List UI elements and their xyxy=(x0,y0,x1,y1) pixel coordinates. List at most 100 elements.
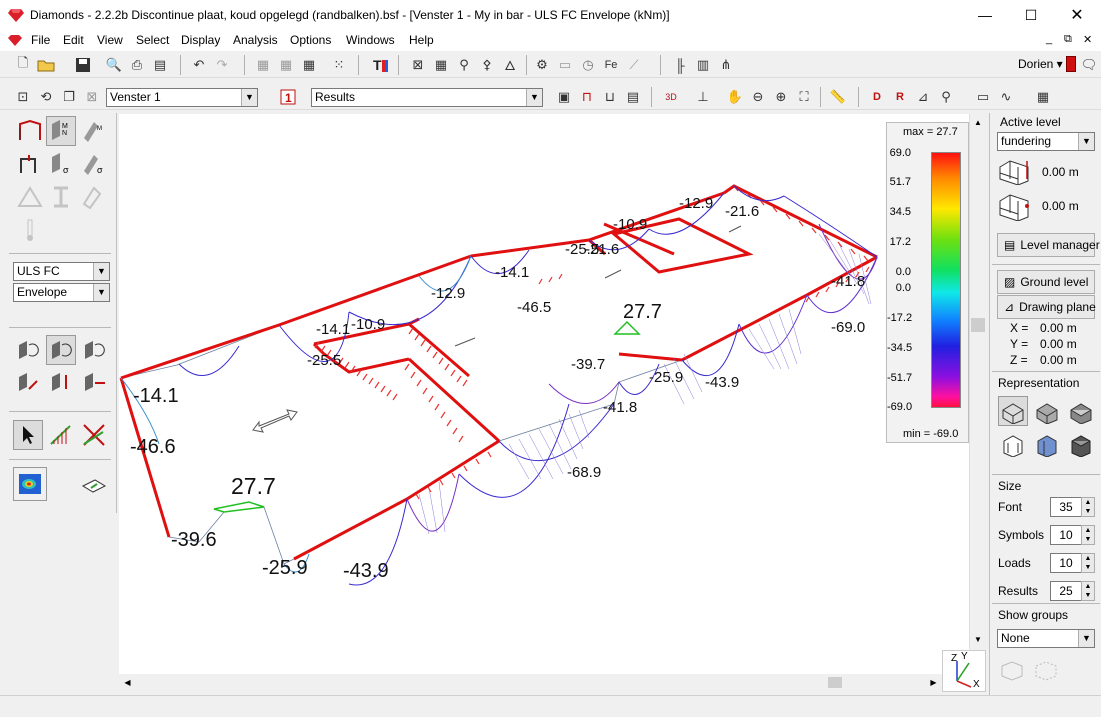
frame-ms-icon[interactable] xyxy=(15,116,45,146)
zoom-out-icon[interactable]: ⊖ xyxy=(747,86,769,108)
zoom-extents-icon[interactable]: ⛶ xyxy=(793,86,815,108)
i-beam-icon[interactable] xyxy=(46,182,76,212)
axes-icon[interactable]: ⊥ xyxy=(692,86,714,108)
color-fill-icon[interactable]: T xyxy=(369,54,391,76)
menu-display[interactable]: Display xyxy=(181,33,220,47)
print-icon[interactable]: ⎙ xyxy=(126,54,148,76)
undo-icon[interactable]: ↶ xyxy=(188,54,210,76)
reinforcement-icon[interactable]: ⚲ xyxy=(453,54,475,76)
layers-icon[interactable]: ▥ xyxy=(692,54,714,76)
size-symbols-input[interactable]: 10 xyxy=(1050,525,1082,545)
dot-grid-icon[interactable]: ⁙ xyxy=(328,54,350,76)
diagram-line-icon[interactable] xyxy=(46,420,76,450)
load-groups-icon[interactable]: ▭ xyxy=(554,54,576,76)
menu-options[interactable]: Options xyxy=(290,33,331,47)
rebar-icon[interactable]: ⚴ xyxy=(476,54,498,76)
pan-hand-icon[interactable]: ✋ xyxy=(724,86,746,108)
steel-check-icon[interactable]: Fe xyxy=(600,54,622,76)
model-3d-view[interactable]: -14.1 -25.5 -10.9 -12.9 -14.1 -21.6 -46.5 -25.5… xyxy=(119,114,969,675)
thermometer-icon[interactable] xyxy=(15,215,45,245)
minimize-button[interactable]: — xyxy=(962,0,1008,31)
zoom-in-icon[interactable]: ⊕ xyxy=(770,86,792,108)
shaded-view-icon[interactable] xyxy=(1032,396,1062,426)
close-window-icon[interactable]: ⊠ xyxy=(81,86,103,108)
diagram-icon[interactable]: ⊓ xyxy=(576,86,598,108)
menu-analysis[interactable]: Analysis xyxy=(233,33,278,47)
load-combination-select[interactable]: ULS FC ▼ xyxy=(13,262,110,281)
window-select[interactable]: Venster 1 ▼ xyxy=(106,88,258,107)
force-mz-icon[interactable] xyxy=(79,335,109,365)
view-3d-icon[interactable]: 3D xyxy=(660,86,682,108)
settlement-icon[interactable]: ⟋ xyxy=(623,54,645,76)
solid-view-icon[interactable] xyxy=(1066,396,1096,426)
scroll-up-arrow-icon[interactable]: ▲ xyxy=(970,114,986,131)
section-icon[interactable]: ⊠ xyxy=(407,54,429,76)
ground-level-button[interactable]: ▨ Ground level xyxy=(997,270,1095,294)
drawing-canvas[interactable]: -14.1 -25.5 -10.9 -12.9 -14.1 -21.6 -46.5 -25.5… xyxy=(119,114,969,675)
envelope-select[interactable]: Envelope ▼ xyxy=(13,283,110,302)
color-results-icon[interactable]: ▤ xyxy=(622,86,644,108)
loads-icon[interactable]: ⚙ xyxy=(531,54,553,76)
scroll-right-arrow-icon[interactable]: ▶ xyxy=(925,674,942,691)
scroll-thumb[interactable] xyxy=(971,318,985,332)
group-hatch-icon[interactable] xyxy=(1032,656,1060,684)
redo-icon[interactable]: ↷ xyxy=(211,54,233,76)
scroll-left-arrow-icon[interactable]: ◀ xyxy=(119,674,136,691)
r-icon[interactable]: R xyxy=(889,86,911,108)
menu-select[interactable]: Select xyxy=(136,33,169,47)
vertical-scrollbar[interactable]: ▲ ▼ xyxy=(969,114,986,649)
level-manager-button[interactable]: ▤ Level manager xyxy=(997,233,1100,257)
calculator-icon[interactable]: ▦ xyxy=(1032,86,1054,108)
deformation-icon[interactable]: ⊔ xyxy=(599,86,621,108)
level-down-building-icon[interactable] xyxy=(998,191,1032,221)
select-cursor-icon[interactable] xyxy=(13,420,43,450)
window-icon[interactable]: ⊡ xyxy=(12,86,34,108)
force-tx-icon[interactable] xyxy=(13,335,43,365)
user-menu[interactable]: Dorien ▾ xyxy=(1018,57,1063,71)
mdi-minimize-button[interactable]: _ xyxy=(1046,33,1052,45)
open-folder-icon[interactable] xyxy=(35,54,57,76)
report-icon[interactable]: ▤ xyxy=(149,54,171,76)
shell-mnv-icon[interactable]: M xyxy=(78,116,108,146)
spinner-arrows-icon[interactable]: ▲ ▼ xyxy=(1081,497,1095,517)
shell-truss-icon[interactable] xyxy=(78,182,108,212)
nodes-icon[interactable]: ⋔ xyxy=(715,54,737,76)
number-one-icon[interactable]: 1 xyxy=(277,86,299,108)
close-button[interactable]: ✕ xyxy=(1054,0,1100,31)
menu-help[interactable]: Help xyxy=(409,33,434,47)
print-preview-icon[interactable]: 🔍 xyxy=(103,54,125,76)
rotate-icon[interactable]: ⟲ xyxy=(35,86,57,108)
level-select[interactable]: fundering ▼ xyxy=(997,132,1095,151)
results-select[interactable]: Results ▼ xyxy=(311,88,543,107)
groups-select[interactable]: None ▼ xyxy=(997,629,1095,648)
fire-icon[interactable]: 🜂 xyxy=(499,54,521,76)
new-file-icon[interactable]: 🗋 xyxy=(12,54,34,76)
plate-sigma-icon[interactable]: σ xyxy=(46,149,76,179)
save-icon[interactable] xyxy=(72,54,94,76)
results-options-icon[interactable]: ▣ xyxy=(553,86,575,108)
force-n-icon[interactable] xyxy=(13,367,43,397)
grid-icon[interactable]: ▦ xyxy=(252,54,274,76)
column-icon[interactable]: ╟ xyxy=(669,54,691,76)
comment-icon[interactable]: 🗨 xyxy=(1078,54,1100,76)
group-ghost-icon[interactable] xyxy=(998,656,1026,684)
menu-edit[interactable]: Edit xyxy=(63,33,84,47)
shell-sigma-icon[interactable]: σ xyxy=(78,149,108,179)
mdi-restore-button[interactable]: ⧉ xyxy=(1064,33,1072,46)
check-icon[interactable]: ⊿ xyxy=(912,86,934,108)
spinner-arrows-icon[interactable]: ▲ ▼ xyxy=(1081,553,1095,573)
structure-colored-icon[interactable] xyxy=(1032,429,1062,459)
force-my-icon[interactable] xyxy=(46,335,76,365)
menu-windows[interactable]: Windows xyxy=(346,33,395,47)
contour-plot-icon[interactable] xyxy=(13,467,47,501)
cascade-icon[interactable]: ❐ xyxy=(58,86,80,108)
scroll-down-arrow-icon[interactable]: ▼ xyxy=(970,631,986,648)
plate-view-icon[interactable] xyxy=(79,470,109,500)
h-scroll-thumb[interactable] xyxy=(828,677,842,688)
level-up-building-icon[interactable] xyxy=(998,157,1032,185)
d-icon[interactable]: D xyxy=(866,86,888,108)
force-vy-icon[interactable] xyxy=(79,367,109,397)
measure-icon[interactable]: 📏 xyxy=(827,86,849,108)
cross-section-icon[interactable] xyxy=(79,420,109,450)
frame-reaction-icon[interactable] xyxy=(15,149,45,179)
